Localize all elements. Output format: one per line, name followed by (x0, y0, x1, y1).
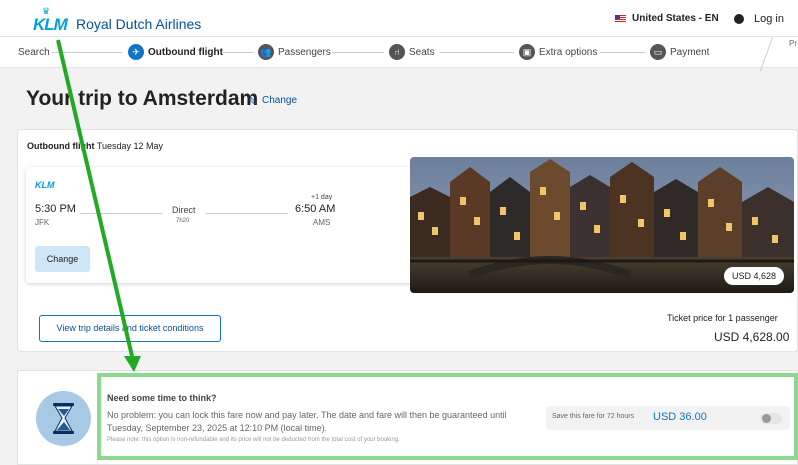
payment-card-icon: ▭ (650, 44, 666, 60)
step-search[interactable]: Search (18, 47, 50, 58)
step-outbound-flight[interactable]: Outbound flight (148, 47, 223, 58)
pencil-icon[interactable]: ✎ (248, 95, 257, 108)
stepper-divider (759, 37, 774, 71)
step-connector (600, 52, 645, 53)
image-price-badge: USD 4,628 (724, 267, 784, 285)
stop-type: Direct (172, 205, 196, 215)
departure-airport: JFK (35, 218, 50, 227)
route-line (206, 213, 288, 214)
outbound-label: Outbound flight (27, 141, 95, 151)
booking-stepper: Search ✈ Outbound flight 👥 Passengers ⑁ … (0, 36, 798, 71)
seat-icon: ⑁ (389, 44, 405, 60)
us-flag-icon[interactable] (615, 15, 626, 23)
change-trip-link[interactable]: Change (262, 95, 297, 106)
luggage-icon: ▣ (519, 44, 535, 60)
klm-logo[interactable]: ♛ KLM (33, 6, 73, 34)
step-connector (440, 52, 514, 53)
outbound-heading: Outbound flight Tuesday 12 May (27, 141, 163, 151)
arrival-day-offset: +1 day (311, 194, 333, 201)
change-flight-button[interactable]: Change (35, 246, 90, 272)
brand-name: Royal Dutch Airlines (76, 16, 202, 32)
ticket-price-label: Ticket price for 1 passenger (667, 313, 778, 323)
login-link[interactable]: Log in (754, 13, 784, 25)
step-seats[interactable]: Seats (409, 47, 435, 58)
arrival-airport: AMS (313, 218, 331, 227)
route-line (80, 213, 162, 214)
view-trip-details-button[interactable]: View trip details and ticket conditions (39, 315, 221, 342)
logo-text: KLM (33, 15, 68, 34)
arrival-time: 6:50 AM (295, 203, 336, 215)
step-connector (332, 52, 384, 53)
departure-time: 5:30 PM (35, 203, 76, 215)
hourglass-graphic (53, 403, 74, 434)
step-payment[interactable]: Payment (670, 47, 709, 58)
step-extra-options[interactable]: Extra options (539, 47, 597, 58)
locale-selector[interactable]: United States - EN (632, 13, 719, 24)
step-truncated[interactable]: Pr (789, 39, 797, 48)
step-connector (52, 52, 122, 53)
page-title: Your trip to Amsterdam (26, 87, 259, 110)
airline-logo: KLM (35, 180, 55, 190)
hourglass-icon (36, 391, 91, 446)
annotation-highlight-box (97, 373, 798, 460)
outbound-date: Tuesday 12 May (96, 141, 164, 151)
ticket-price-total: USD 4,628.00 (714, 330, 790, 344)
passengers-icon: 👥 (258, 44, 274, 60)
step-connector (222, 52, 254, 53)
top-header: ♛ KLM Royal Dutch Airlines United States… (0, 0, 798, 36)
flight-duration: 7h20 (176, 218, 190, 224)
plane-icon: ✈ (128, 44, 144, 60)
user-icon[interactable] (734, 14, 744, 24)
step-passengers[interactable]: Passengers (278, 47, 331, 58)
